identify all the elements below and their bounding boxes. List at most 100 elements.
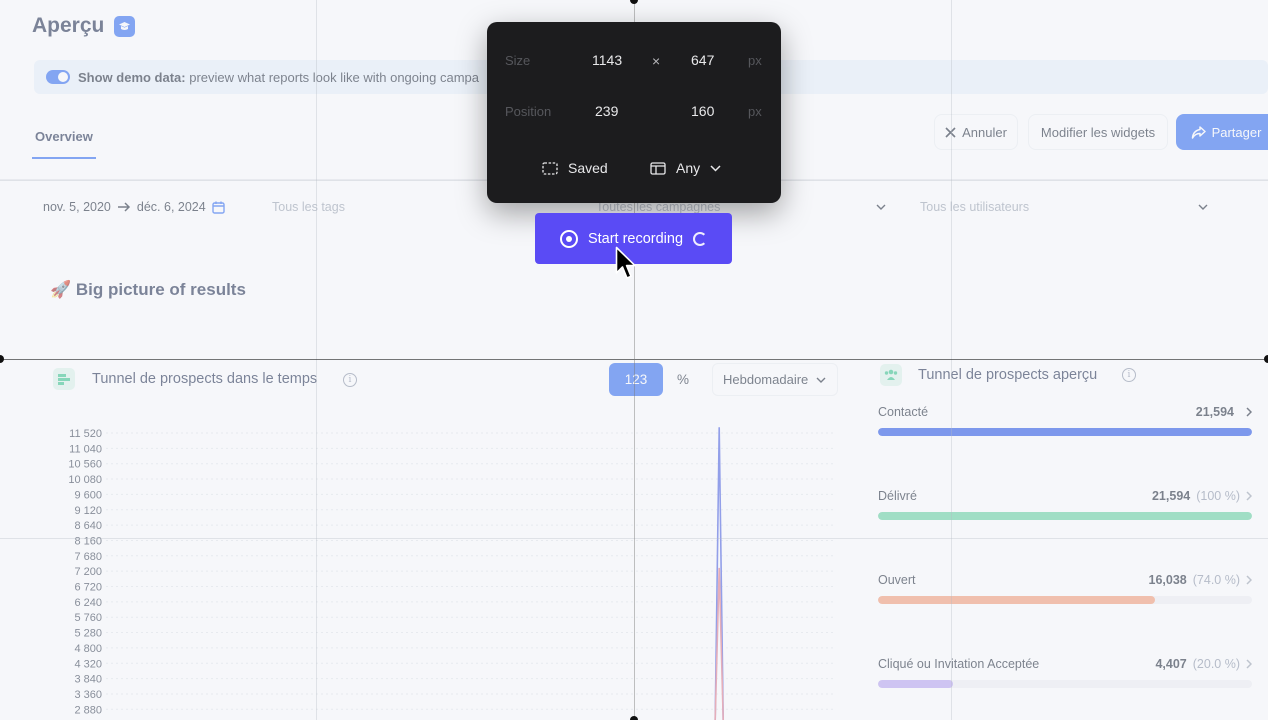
y-tick-label: 2 880 bbox=[74, 704, 102, 716]
saved-area-button[interactable]: Saved bbox=[542, 160, 608, 176]
chevron-right-icon bbox=[1246, 407, 1252, 417]
funnel-item-delivered[interactable]: Délivré 21,594 (100 %) bbox=[878, 489, 1252, 520]
mouse-pointer-icon bbox=[615, 246, 636, 279]
y-tick-label: 10 560 bbox=[68, 459, 102, 471]
loading-spinner-icon bbox=[693, 231, 708, 246]
y-tick-label: 3 360 bbox=[74, 689, 102, 701]
cancel-button[interactable]: Annuler bbox=[934, 114, 1018, 150]
funnel-item-pct: (20.0 %) bbox=[1192, 657, 1240, 671]
y-tick-label: 5 280 bbox=[74, 628, 102, 640]
funnel-item-pct: (74.0 %) bbox=[1192, 573, 1240, 587]
height-input[interactable]: 647 bbox=[691, 52, 714, 68]
chevron-down-icon bbox=[1198, 204, 1208, 210]
arrow-right-icon bbox=[117, 202, 130, 212]
funnel-over-time-title: Tunnel de prospects dans le temps bbox=[92, 371, 318, 387]
funnel-bar-fill bbox=[878, 512, 1252, 520]
funnel-item-clicked[interactable]: Cliqué ou Invitation Acceptée 4,407 (20.0… bbox=[878, 657, 1252, 688]
chevron-right-icon bbox=[1246, 575, 1252, 585]
graduation-cap-icon[interactable] bbox=[114, 15, 136, 37]
position-label: Position bbox=[505, 104, 552, 119]
size-unit: px bbox=[748, 53, 762, 68]
start-recording-label: Start recording bbox=[587, 230, 684, 247]
width-input[interactable]: 1143 bbox=[592, 52, 622, 68]
tab-overview[interactable]: Overview bbox=[35, 129, 93, 144]
edit-widgets-button[interactable]: Modifier les widgets bbox=[1028, 114, 1168, 150]
banner-rest-text: preview what reports look like with ongo… bbox=[185, 69, 479, 85]
funnel-line-chart: 11 520 11 040 10 560 10 080 9 600 9 120 8 640 8… bbox=[68, 427, 836, 720]
y-tick-label: 4 800 bbox=[74, 643, 102, 655]
active-tab-indicator bbox=[32, 157, 96, 159]
share-label: Partager bbox=[1211, 124, 1262, 140]
funnel-bar-track bbox=[878, 512, 1252, 520]
funnel-item-contacted[interactable]: Contacté 21,594 bbox=[878, 405, 1252, 436]
close-icon bbox=[945, 126, 956, 138]
y-tick-label: 11 520 bbox=[69, 428, 102, 440]
funnel-bar-fill bbox=[878, 596, 1155, 604]
share-icon bbox=[1191, 125, 1206, 139]
banner-bold-text: Show demo data: bbox=[78, 69, 186, 85]
chart-widget-icon bbox=[53, 368, 75, 390]
info-icon[interactable]: i bbox=[343, 373, 357, 387]
info-icon[interactable]: i bbox=[1122, 368, 1136, 382]
y-tick-label: 9 120 bbox=[74, 505, 102, 517]
tags-placeholder: Tous les tags bbox=[272, 200, 345, 214]
position-unit: px bbox=[748, 104, 762, 119]
y-tick-label: 6 240 bbox=[74, 597, 102, 609]
users-select[interactable]: Tous les utilisateurs bbox=[910, 192, 1218, 222]
granularity-value: Hebdomadaire bbox=[723, 372, 809, 387]
y-tick-label: 7 680 bbox=[74, 551, 102, 563]
position-x-input[interactable]: 239 bbox=[595, 103, 618, 119]
size-label: Size bbox=[505, 53, 531, 68]
page-title: Aperçu bbox=[32, 14, 136, 38]
users-placeholder: Tous les utilisateurs bbox=[920, 200, 1030, 214]
capture-settings-panel: Size 1143 × 647 px Position 239 160 px S… bbox=[487, 22, 781, 203]
cancel-label: Annuler bbox=[962, 124, 1007, 140]
y-tick-label: 5 760 bbox=[74, 612, 102, 624]
calendar-icon bbox=[212, 201, 225, 214]
date-end: déc. 6, 2024 bbox=[136, 200, 206, 214]
y-tick-label: 10 080 bbox=[68, 474, 102, 486]
funnel-bar-track bbox=[878, 596, 1252, 604]
date-start: nov. 5, 2020 bbox=[43, 200, 111, 214]
position-y-input[interactable]: 160 bbox=[691, 103, 714, 119]
users-group-icon bbox=[880, 364, 902, 386]
record-icon bbox=[559, 229, 578, 248]
share-button[interactable]: Partager bbox=[1176, 114, 1268, 150]
y-tick-label: 4 320 bbox=[74, 658, 102, 670]
funnel-overview-title: Tunnel de prospects aperçu bbox=[918, 367, 1098, 383]
date-range-picker[interactable]: nov. 5, 2020 déc. 6, 2024 bbox=[33, 192, 245, 222]
resize-handle-right[interactable] bbox=[1264, 355, 1268, 363]
funnel-bar-fill bbox=[878, 680, 953, 688]
funnel-item-value: 4,407 bbox=[1155, 657, 1187, 671]
granularity-select[interactable]: Hebdomadaire bbox=[712, 363, 838, 396]
demo-data-toggle[interactable] bbox=[46, 70, 70, 84]
y-tick-label: 9 600 bbox=[74, 489, 102, 501]
funnel-item-label: Ouvert bbox=[878, 573, 916, 587]
chevron-right-icon bbox=[1246, 659, 1252, 669]
dashed-rectangle-icon bbox=[542, 161, 558, 175]
y-tick-label: 8 160 bbox=[74, 535, 102, 547]
chevron-down-icon bbox=[816, 377, 826, 383]
funnel-item-value: 16,038 bbox=[1148, 573, 1187, 587]
any-label: Any bbox=[676, 160, 701, 176]
count-toggle[interactable]: 123 bbox=[609, 363, 663, 396]
section-title: 🚀 Big picture of results bbox=[50, 280, 246, 299]
funnel-item-value: 21,594 bbox=[1151, 489, 1191, 503]
funnel-bar-track bbox=[878, 680, 1252, 688]
funnel-item-opened[interactable]: Ouvert 16,038 (74.0 %) bbox=[878, 573, 1252, 604]
y-tick-label: 11 040 bbox=[69, 443, 102, 455]
percent-toggle[interactable]: % bbox=[664, 363, 702, 396]
y-tick-label: 8 640 bbox=[74, 520, 102, 532]
banner-text: Show demo data: preview what reports loo… bbox=[78, 70, 479, 85]
tags-select[interactable]: Tous les tags bbox=[262, 192, 508, 222]
times-sign: × bbox=[652, 53, 661, 69]
chevron-down-icon bbox=[876, 204, 886, 210]
funnel-bar-fill bbox=[878, 428, 1252, 436]
resize-handle-bottom[interactable] bbox=[630, 716, 638, 720]
edit-widgets-label: Modifier les widgets bbox=[1040, 124, 1156, 140]
funnel-bar-track bbox=[878, 428, 1252, 436]
y-tick-label: 3 840 bbox=[74, 674, 102, 686]
page-title-text: Aperçu bbox=[32, 14, 105, 37]
funnel-item-value: 21,594 bbox=[1195, 405, 1234, 419]
window-select-button[interactable]: Any bbox=[650, 160, 721, 176]
